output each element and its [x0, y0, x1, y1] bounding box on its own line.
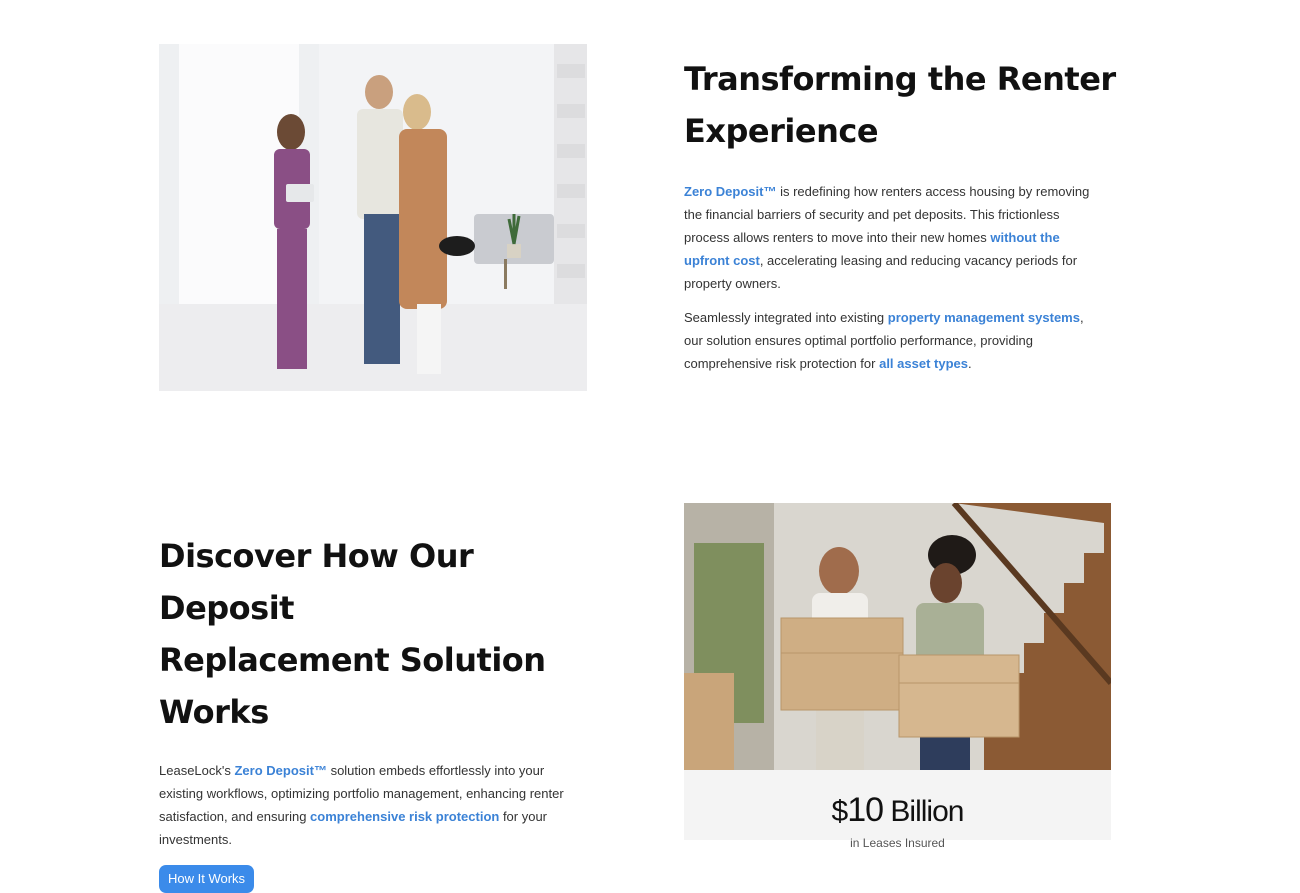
heading-line: Works: [159, 693, 269, 731]
heading-line: Replacement Solution: [159, 641, 546, 679]
zero-deposit-link[interactable]: Zero Deposit™: [684, 184, 776, 199]
moving-couple-photo: [684, 503, 1111, 770]
property-management-systems-link[interactable]: property management systems: [888, 310, 1080, 325]
zero-deposit-link[interactable]: Zero Deposit™: [234, 763, 326, 778]
stat-value: $10 Billion: [684, 770, 1111, 830]
heading-line: Discover How Our Deposit: [159, 537, 474, 627]
stat-label: in Leases Insured: [850, 836, 945, 850]
deposit-replacement-block: Discover How Our Deposit Replacement Sol…: [159, 530, 599, 893]
heading-line: Experience: [684, 112, 879, 150]
stat-prefix: $: [831, 795, 849, 828]
deposit-replacement-paragraph: LeaseLock's Zero Deposit™ solution embed…: [159, 759, 589, 851]
paragraph-text: .: [967, 356, 972, 371]
renter-experience-block: Transforming the Renter Experience Zero …: [684, 53, 1124, 375]
paragraph-text: Seamlessly integrated into existing: [684, 310, 888, 325]
stat-suffix: Billion: [883, 795, 964, 828]
renter-experience-photo: [159, 44, 587, 391]
heading-line: Transforming the Renter: [684, 60, 1116, 98]
stat-card: $10 Billion in Leases Insured: [684, 770, 1111, 850]
renter-experience-paragraph-2: Seamlessly integrated into existing prop…: [684, 306, 1104, 375]
renter-experience-paragraph-1: Zero Deposit™ is redefining how renters …: [684, 180, 1104, 295]
deposit-replacement-heading: Discover How Our Deposit Replacement Sol…: [159, 530, 599, 738]
how-it-works-button[interactable]: How It Works: [159, 865, 255, 893]
renter-experience-heading: Transforming the Renter Experience: [684, 53, 1124, 157]
stat-number: 10: [847, 791, 884, 829]
comprehensive-risk-protection-link[interactable]: comprehensive risk protection: [310, 809, 499, 824]
paragraph-text: LeaseLock's: [159, 763, 235, 778]
all-asset-types-link[interactable]: all asset types: [879, 356, 968, 371]
